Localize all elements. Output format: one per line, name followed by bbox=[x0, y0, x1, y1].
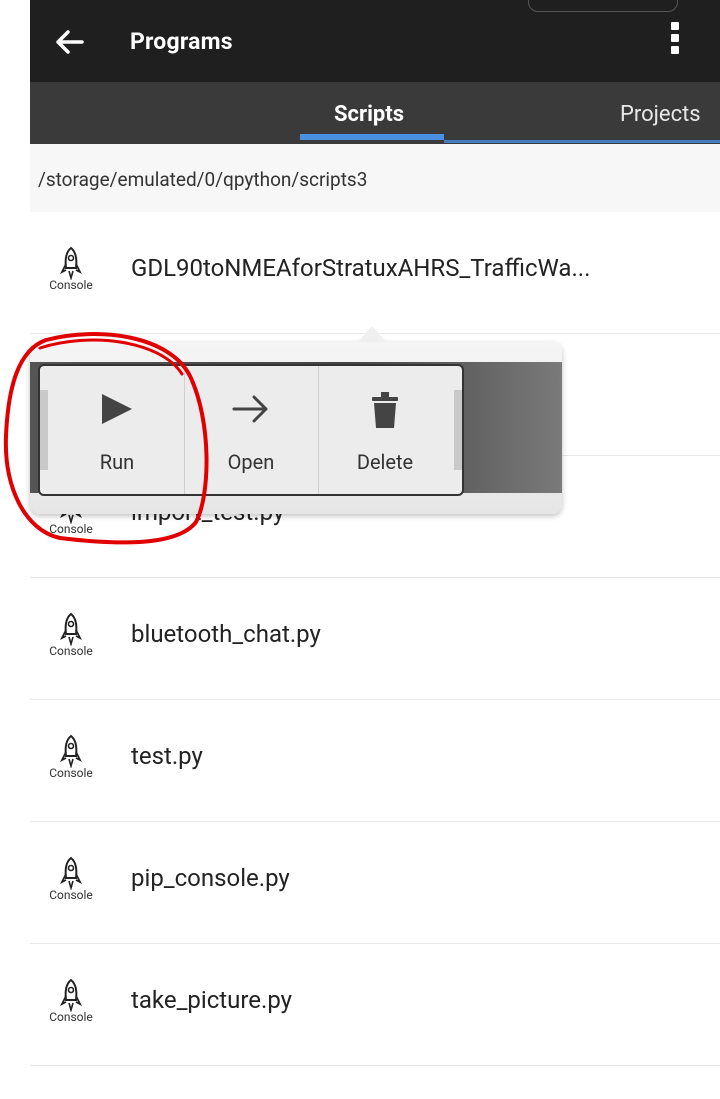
list-item[interactable]: Console GDL90toNMEAforStratuxAHRS_Traffi… bbox=[30, 212, 720, 334]
file-name: GDL90toNMEAforStratuxAHRS_TrafficWa... bbox=[131, 254, 591, 282]
file-name: bluetooth_chat.py bbox=[131, 620, 321, 648]
more-options-button[interactable] bbox=[660, 18, 690, 64]
list-item[interactable]: Console test.py bbox=[30, 700, 720, 822]
rocket-icon: Console bbox=[46, 612, 96, 670]
rocket-icon: Console bbox=[46, 246, 96, 304]
red-circle-annotation bbox=[3, 332, 209, 545]
tab-scripts[interactable]: Scripts bbox=[334, 102, 404, 127]
list-item[interactable]: Console bluetooth_chat.py bbox=[30, 578, 720, 700]
drag-handle bbox=[454, 390, 462, 470]
arrow-left-icon bbox=[56, 30, 84, 54]
rocket-icon: Console bbox=[46, 978, 96, 1036]
file-name: test.py bbox=[131, 742, 203, 770]
app-bar: Programs bbox=[30, 0, 720, 82]
back-button[interactable] bbox=[50, 22, 90, 62]
file-name: pip_console.py bbox=[131, 864, 290, 892]
rocket-icon: Console bbox=[46, 734, 96, 792]
popup-caret bbox=[358, 326, 386, 342]
delete-button[interactable]: Delete bbox=[318, 366, 452, 494]
tab-bar: Scripts Projects bbox=[30, 82, 720, 144]
tab-indicator bbox=[300, 134, 444, 140]
tab-underline bbox=[444, 140, 720, 143]
current-path: /storage/emulated/0/qpython/scripts3 bbox=[38, 168, 368, 191]
list-item[interactable]: Console take_picture.py bbox=[30, 944, 720, 1066]
file-name: take_picture.py bbox=[131, 986, 293, 1014]
page-title: Programs bbox=[130, 28, 233, 55]
trash-icon bbox=[372, 392, 398, 428]
status-indicator bbox=[528, 0, 678, 12]
rocket-icon: Console bbox=[46, 856, 96, 914]
path-bar: /storage/emulated/0/qpython/scripts3 bbox=[30, 144, 720, 213]
more-vert-icon bbox=[671, 22, 679, 30]
list-item[interactable]: Console pip_console.py bbox=[30, 822, 720, 944]
tab-projects[interactable]: Projects bbox=[620, 102, 701, 127]
